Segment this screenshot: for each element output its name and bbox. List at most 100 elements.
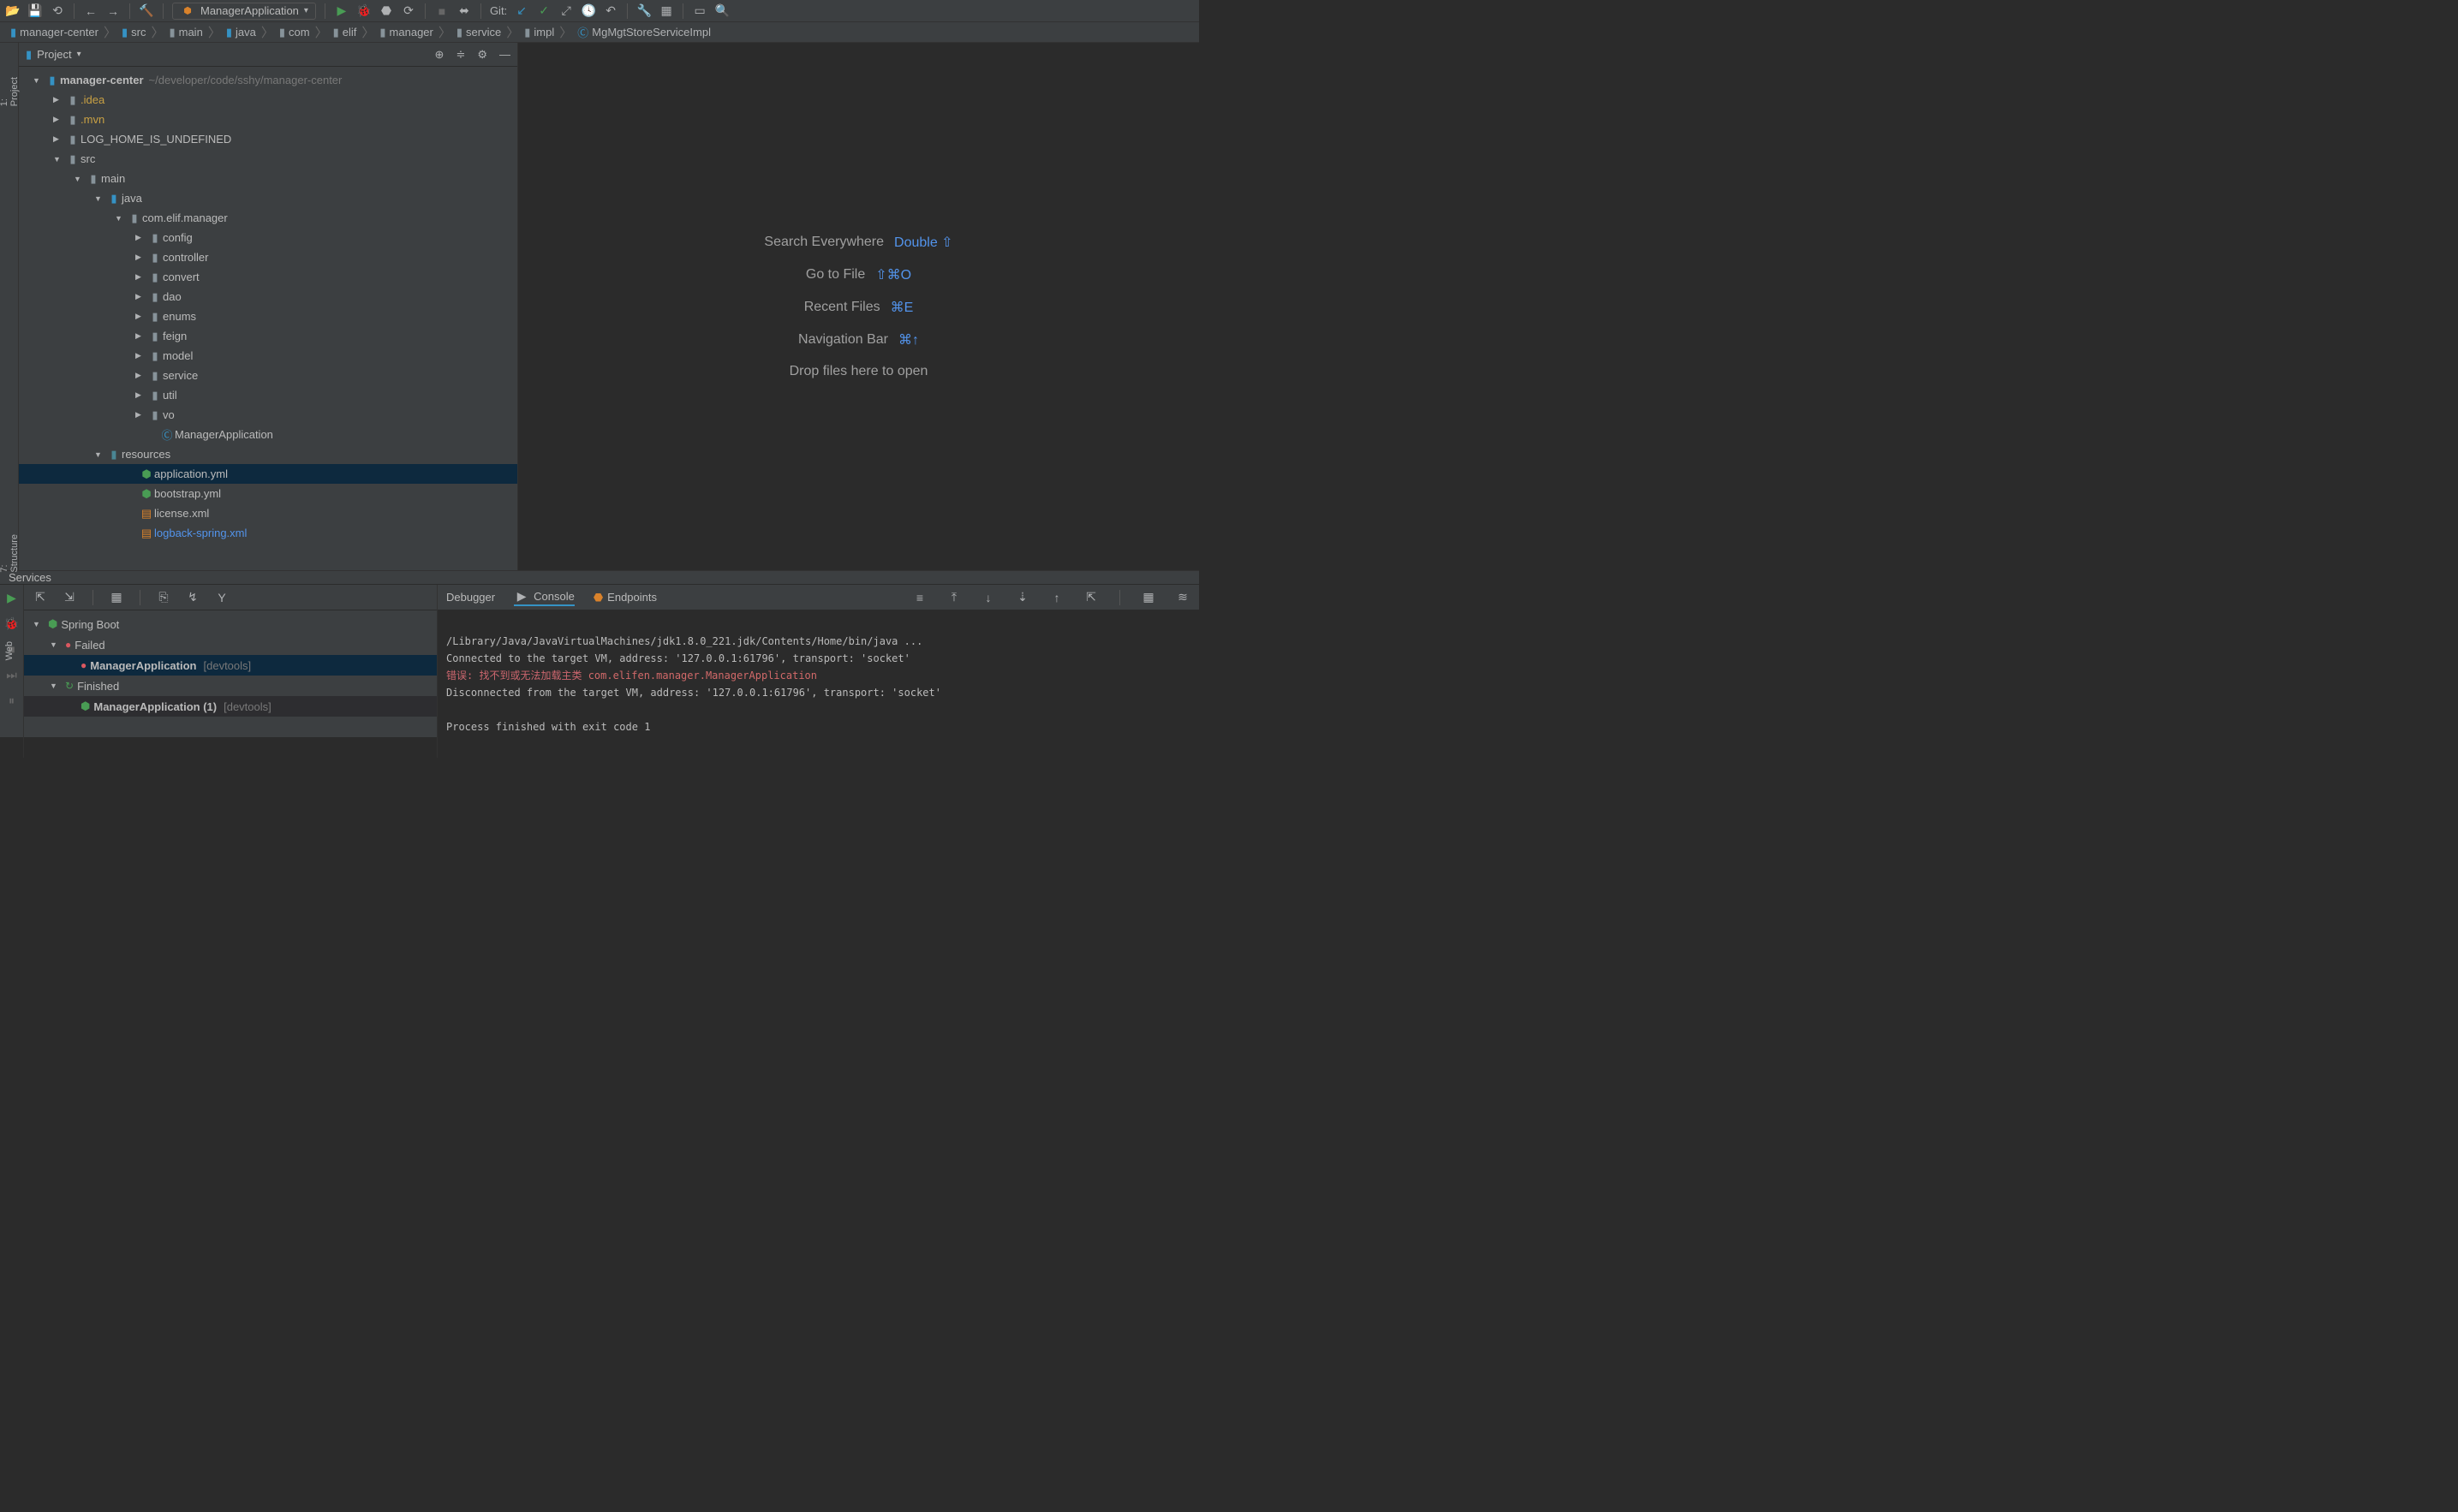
- tree-idea[interactable]: ▶▮.idea: [19, 90, 517, 110]
- down2-icon[interactable]: ⇣: [1015, 590, 1030, 605]
- debug-icon[interactable]: 🐞: [4, 616, 20, 631]
- export-icon[interactable]: ⇱: [1083, 590, 1099, 605]
- project-structure-icon[interactable]: ▦: [659, 3, 674, 19]
- crumb-file[interactable]: ⒸMgMgtStoreServiceImpl: [574, 24, 714, 40]
- tree-main[interactable]: ▼▮main: [19, 169, 517, 188]
- crumb-java[interactable]: ▮java: [223, 26, 260, 39]
- tree-feign[interactable]: ▶▮feign: [19, 326, 517, 346]
- crumb-main[interactable]: ▮main: [165, 26, 206, 39]
- filter2-icon[interactable]: ↯: [185, 590, 200, 605]
- project-title[interactable]: ▮ Project ▾: [26, 48, 81, 62]
- tree-logback-xml[interactable]: ▤logback-spring.xml: [19, 523, 517, 543]
- debug-icon[interactable]: 🐞: [356, 3, 372, 19]
- layout-icon[interactable]: ▦: [1141, 590, 1156, 605]
- svc-failed[interactable]: ▼●Failed: [24, 634, 437, 655]
- group-icon[interactable]: ▦: [109, 590, 124, 605]
- locate-icon[interactable]: ⊕: [435, 48, 444, 62]
- stop-icon[interactable]: ■: [434, 3, 450, 19]
- services-tree: ▼⬢Spring Boot ▼●Failed ●ManagerApplicati…: [24, 610, 438, 758]
- run-icon[interactable]: ▶: [334, 3, 349, 19]
- tab-console[interactable]: ▶Console: [514, 589, 575, 606]
- forward-icon[interactable]: →: [105, 3, 121, 19]
- tree-pkg[interactable]: ▼▮com.elif.manager: [19, 208, 517, 228]
- main-area: 1: Project 7: Structure Web ▮ Project ▾ …: [0, 43, 1199, 570]
- down-icon[interactable]: ↓: [981, 590, 996, 605]
- chevron-down-icon: ▾: [77, 50, 81, 59]
- tip-navbar: Navigation Bar⌘↑: [798, 331, 919, 348]
- separator: [627, 3, 628, 19]
- tree-bootstrap-yml[interactable]: ⬢bootstrap.yml: [19, 484, 517, 503]
- save-icon[interactable]: 💾: [27, 3, 43, 19]
- skip-icon[interactable]: ⏭: [4, 667, 20, 682]
- tab-debugger[interactable]: Debugger: [446, 591, 495, 604]
- tree-service[interactable]: ▶▮service: [19, 366, 517, 385]
- tree-convert[interactable]: ▶▮convert: [19, 267, 517, 287]
- tab-endpoints[interactable]: ⬣Endpoints: [594, 591, 657, 604]
- settings-icon[interactable]: 🔧: [636, 3, 652, 19]
- expand-icon[interactable]: ≑: [456, 48, 465, 62]
- filter-icon[interactable]: ⎘: [156, 590, 171, 605]
- scroll-icon[interactable]: ⤒: [946, 590, 962, 605]
- tree-app-class[interactable]: ⒸManagerApplication: [19, 425, 517, 444]
- search-icon[interactable]: 🔍: [714, 3, 730, 19]
- coverage-icon[interactable]: ⬣: [379, 3, 394, 19]
- attach-icon[interactable]: ⬌: [456, 3, 472, 19]
- svc-springboot[interactable]: ▼⬢Spring Boot: [24, 614, 437, 634]
- svc-app-failed[interactable]: ●ManagerApplication[devtools]: [24, 655, 437, 676]
- hide-icon[interactable]: —: [499, 48, 510, 62]
- sync-icon[interactable]: ⟲: [50, 3, 65, 19]
- tree-dao[interactable]: ▶▮dao: [19, 287, 517, 307]
- filter3-icon[interactable]: Y: [214, 590, 230, 605]
- tree-vo[interactable]: ▶▮vo: [19, 405, 517, 425]
- open-icon[interactable]: 📂: [5, 3, 21, 19]
- build-icon[interactable]: 🔨: [139, 3, 154, 19]
- tree-enums[interactable]: ▶▮enums: [19, 307, 517, 326]
- git-commit-icon[interactable]: ✓: [536, 3, 552, 19]
- services-header[interactable]: Services: [0, 571, 1199, 585]
- project-tree: ▼▮ manager-center ~/developer/code/sshy/…: [19, 67, 517, 570]
- crumb-manager[interactable]: ▮manager: [376, 26, 436, 39]
- crumb-elif[interactable]: ▮elif: [330, 26, 361, 39]
- sidebar-tab-web[interactable]: Web: [4, 641, 15, 660]
- tree-loghome[interactable]: ▶▮LOG_HOME_IS_UNDEFINED: [19, 129, 517, 149]
- git-revert-icon[interactable]: ↶: [603, 3, 618, 19]
- tree-license-xml[interactable]: ▤license.xml: [19, 503, 517, 523]
- sidebar-tab-structure[interactable]: 7: Structure: [0, 534, 20, 573]
- tree-util[interactable]: ▶▮util: [19, 385, 517, 405]
- presentation-icon[interactable]: ▭: [692, 3, 707, 19]
- svc-app-finished[interactable]: ⬢ManagerApplication (1)[devtools]: [24, 696, 437, 717]
- tree-root[interactable]: ▼▮ manager-center ~/developer/code/sshy/…: [19, 70, 517, 90]
- run-icon[interactable]: ▶: [4, 590, 20, 605]
- crumb-com[interactable]: ▮com: [276, 26, 313, 39]
- git-history-icon[interactable]: 🕓: [581, 3, 596, 19]
- settings2-icon[interactable]: ≋: [1175, 590, 1190, 605]
- tree-mvn[interactable]: ▶▮.mvn: [19, 110, 517, 129]
- expand-all-icon[interactable]: ⇱: [33, 590, 48, 605]
- tree-model[interactable]: ▶▮model: [19, 346, 517, 366]
- tree-app-yml[interactable]: ⬢application.yml: [19, 464, 517, 484]
- gear-icon[interactable]: ⚙: [477, 48, 487, 62]
- profile-icon[interactable]: ⟳: [401, 3, 416, 19]
- git-label: Git:: [490, 4, 507, 17]
- tree-config[interactable]: ▶▮config: [19, 228, 517, 247]
- console-output[interactable]: /Library/Java/JavaVirtualMachines/jdk1.8…: [438, 610, 1199, 758]
- sidebar-tab-project[interactable]: 1: Project: [0, 77, 20, 106]
- collapse-all-icon[interactable]: ⇲: [62, 590, 77, 605]
- wrap-icon[interactable]: ≡: [912, 590, 928, 605]
- tree-resources[interactable]: ▼▮resources: [19, 444, 517, 464]
- up-icon[interactable]: ↑: [1049, 590, 1065, 605]
- run-config-label: ManagerApplication: [200, 4, 299, 17]
- back-icon[interactable]: ←: [83, 3, 98, 19]
- crumb-root[interactable]: ▮manager-center: [7, 26, 102, 39]
- crumb-src[interactable]: ▮src: [118, 26, 150, 39]
- tree-java[interactable]: ▼▮java: [19, 188, 517, 208]
- tree-src[interactable]: ▼▮src: [19, 149, 517, 169]
- crumb-impl[interactable]: ▮impl: [521, 26, 558, 39]
- pause-icon[interactable]: ⏸: [4, 693, 20, 708]
- tree-controller[interactable]: ▶▮controller: [19, 247, 517, 267]
- crumb-service[interactable]: ▮service: [453, 26, 504, 39]
- git-compare-icon[interactable]: ⤢: [558, 3, 574, 19]
- git-update-icon[interactable]: ↙: [514, 3, 529, 19]
- svc-finished[interactable]: ▼↻Finished: [24, 676, 437, 696]
- run-config-selector[interactable]: ⬢ ManagerApplication ▾: [172, 3, 316, 20]
